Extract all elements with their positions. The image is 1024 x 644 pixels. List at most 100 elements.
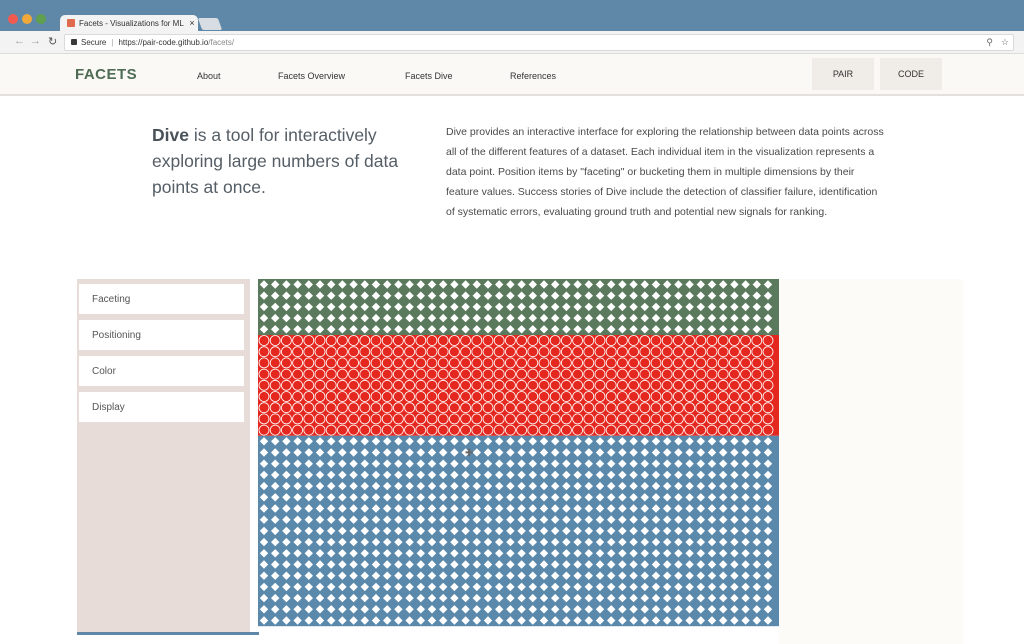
data-point[interactable] (314, 379, 326, 391)
data-point[interactable] (740, 413, 752, 425)
data-point[interactable] (706, 368, 718, 380)
data-point[interactable] (404, 368, 416, 380)
data-point[interactable] (549, 413, 561, 425)
data-point[interactable] (572, 391, 584, 402)
pair-button[interactable]: PAIR (812, 58, 874, 90)
data-point[interactable] (482, 379, 494, 391)
data-point[interactable] (370, 391, 382, 402)
data-point[interactable] (292, 379, 303, 391)
data-point[interactable] (337, 379, 348, 391)
data-point[interactable] (751, 346, 763, 358)
data-point[interactable] (292, 335, 303, 346)
data-point[interactable] (560, 335, 572, 346)
data-point[interactable] (280, 413, 292, 425)
data-point[interactable] (516, 346, 528, 358)
data-point[interactable] (572, 357, 584, 369)
data-point[interactable] (639, 402, 651, 414)
data-point[interactable] (314, 424, 326, 436)
data-point[interactable] (482, 402, 494, 414)
data-point[interactable] (583, 379, 595, 391)
data-point[interactable] (538, 413, 550, 425)
data-point[interactable] (292, 346, 303, 358)
data-point[interactable] (370, 402, 382, 414)
data-point[interactable] (325, 346, 337, 358)
data-point[interactable] (448, 346, 460, 358)
display-control[interactable]: Display (79, 392, 244, 422)
data-point[interactable] (538, 368, 550, 380)
data-point[interactable] (258, 335, 270, 346)
data-point[interactable] (280, 368, 292, 380)
data-point[interactable] (392, 402, 404, 414)
data-point[interactable] (516, 413, 528, 425)
data-point[interactable] (762, 413, 774, 425)
data-point[interactable] (280, 379, 292, 391)
data-point[interactable] (538, 335, 550, 346)
data-point[interactable] (740, 379, 752, 391)
data-point[interactable] (359, 391, 371, 402)
data-point[interactable] (504, 391, 516, 402)
data-point[interactable] (717, 368, 729, 380)
data-point[interactable] (572, 368, 584, 380)
facets-logo[interactable]: FACETS (75, 66, 137, 83)
data-point[interactable] (415, 402, 427, 414)
data-point[interactable] (437, 335, 449, 346)
data-point[interactable] (460, 424, 472, 436)
data-point[interactable] (392, 413, 404, 425)
data-point[interactable] (628, 368, 640, 380)
url-field[interactable]: Secure | https://pair-code.github.io/facet… (64, 34, 1014, 51)
data-point[interactable] (460, 346, 472, 358)
data-point[interactable] (740, 346, 752, 358)
data-point[interactable] (560, 346, 572, 358)
back-icon[interactable]: ← (14, 35, 25, 47)
data-point[interactable] (549, 391, 561, 402)
data-point[interactable] (684, 346, 696, 358)
data-point[interactable] (628, 424, 640, 436)
data-point[interactable] (392, 335, 404, 346)
data-point[interactable] (303, 346, 315, 358)
data-point[interactable] (527, 413, 539, 425)
data-point[interactable] (605, 402, 617, 414)
data-point[interactable] (560, 402, 572, 414)
data-point[interactable] (460, 402, 472, 414)
data-point[interactable] (314, 335, 326, 346)
data-point[interactable] (672, 379, 684, 391)
data-point[interactable] (381, 379, 393, 391)
data-point[interactable] (762, 357, 774, 369)
data-point[interactable] (348, 346, 359, 358)
data-point[interactable] (314, 402, 326, 414)
data-point[interactable] (269, 379, 281, 391)
data-point[interactable] (471, 391, 483, 402)
data-point[interactable] (706, 335, 718, 346)
data-point[interactable] (661, 391, 673, 402)
data-point[interactable] (493, 391, 505, 402)
data-point[interactable] (448, 335, 460, 346)
data-point[interactable] (493, 413, 505, 425)
data-point[interactable] (728, 402, 740, 414)
data-point[interactable] (504, 402, 516, 414)
new-tab-button[interactable] (197, 18, 223, 30)
data-point[interactable] (460, 379, 472, 391)
data-point[interactable] (280, 424, 292, 436)
data-point[interactable] (616, 391, 628, 402)
data-point[interactable] (448, 357, 460, 369)
data-point[interactable] (471, 346, 483, 358)
data-point[interactable] (258, 379, 270, 391)
data-point[interactable] (337, 402, 348, 414)
data-point[interactable] (269, 413, 281, 425)
data-point[interactable] (471, 413, 483, 425)
data-point[interactable] (650, 402, 662, 414)
data-point[interactable] (583, 391, 595, 402)
data-point[interactable] (594, 346, 606, 358)
data-point[interactable] (639, 335, 651, 346)
data-point[interactable] (460, 413, 472, 425)
faceting-control[interactable]: Faceting (79, 284, 244, 314)
data-point[interactable] (538, 357, 550, 369)
data-point[interactable] (292, 402, 303, 414)
data-point[interactable] (572, 402, 584, 414)
data-point[interactable] (404, 335, 416, 346)
data-point[interactable] (303, 391, 315, 402)
data-point[interactable] (661, 368, 673, 380)
data-point[interactable] (605, 379, 617, 391)
data-point[interactable] (348, 402, 359, 414)
data-point[interactable] (605, 335, 617, 346)
